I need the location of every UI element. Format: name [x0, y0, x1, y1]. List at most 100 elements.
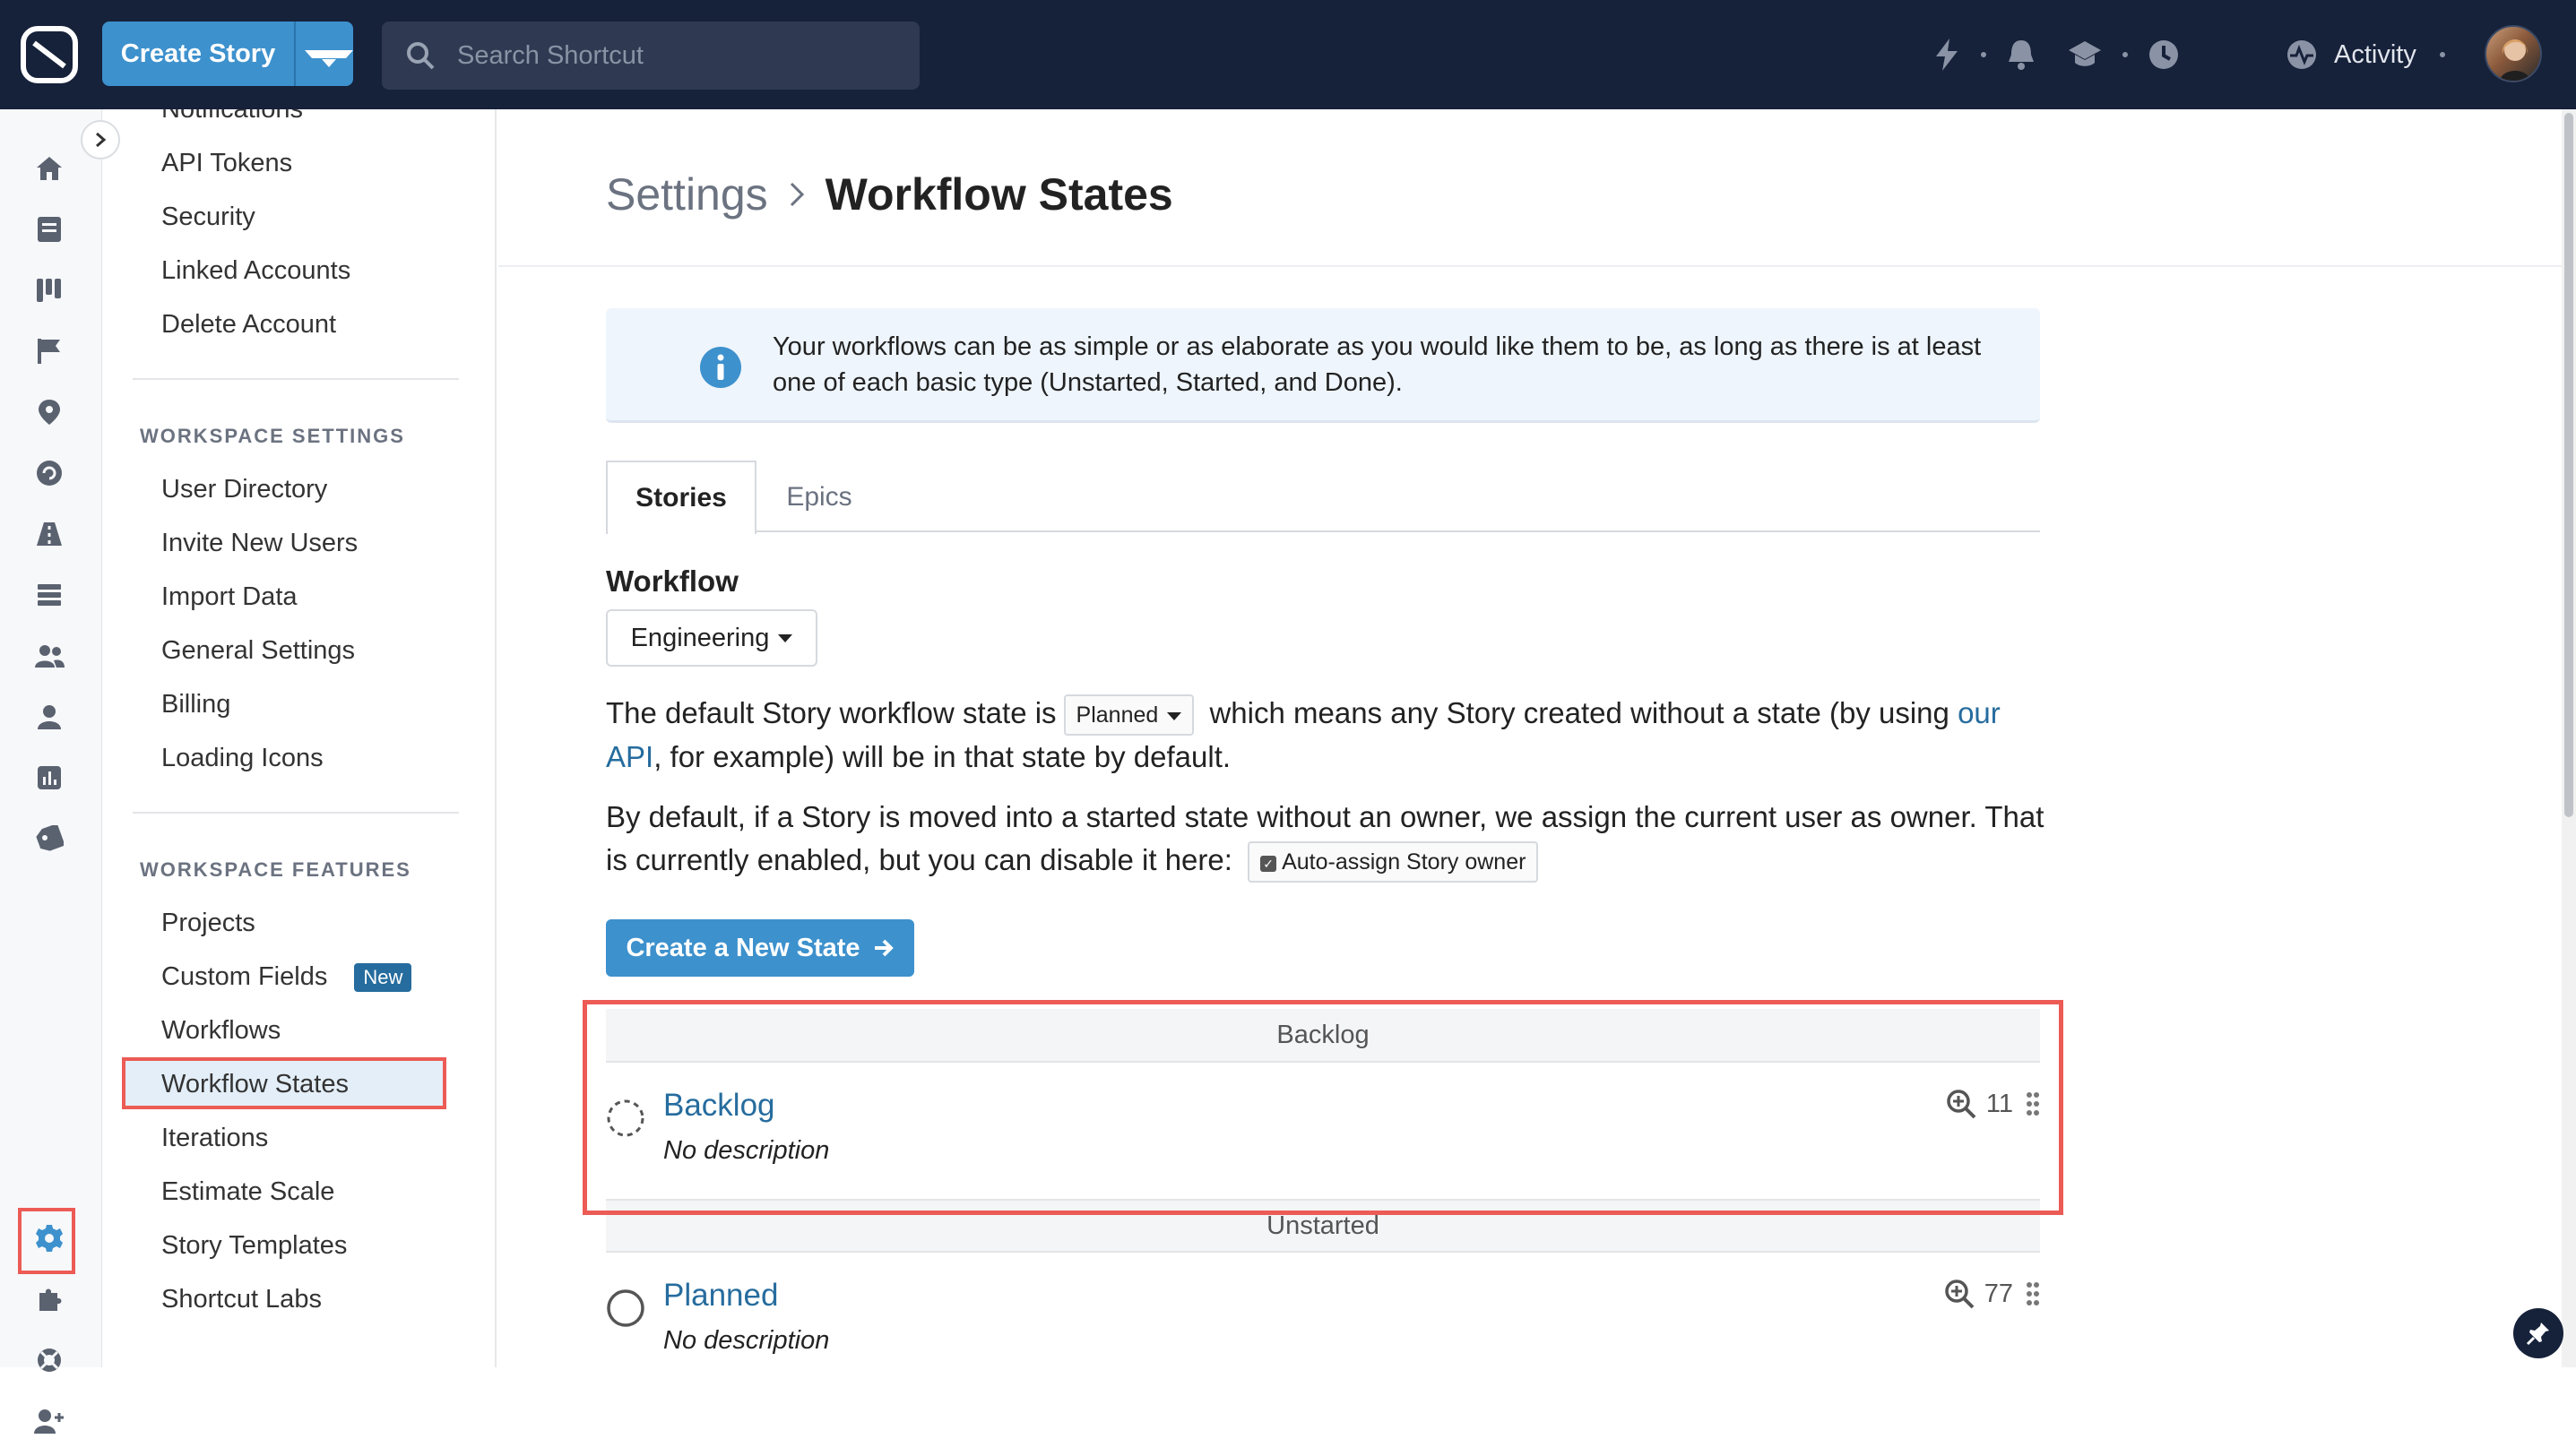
workflow-label: Workflow — [606, 564, 739, 598]
sidebar-item-delete-account[interactable]: Delete Account — [161, 310, 336, 340]
shortcut-logo-icon[interactable] — [20, 25, 79, 84]
backlog-state-icon — [607, 1099, 644, 1137]
search-box[interactable] — [382, 22, 920, 90]
layers-icon[interactable] — [31, 577, 67, 613]
create-story-button[interactable]: Create Story — [102, 22, 353, 86]
chevron-right-icon — [96, 132, 107, 148]
board-icon[interactable] — [31, 272, 67, 308]
chevron-right-icon — [790, 182, 804, 207]
icon-rail — [0, 109, 102, 1434]
labels-icon[interactable] — [31, 821, 67, 857]
sidebar-item-shortcut-labs[interactable]: Shortcut Labs — [161, 1285, 322, 1314]
sidebar-item-linked-accounts[interactable]: Linked Accounts — [161, 256, 350, 286]
activity-button[interactable]: Activity — [2286, 27, 2465, 82]
default-state-value: Planned — [1076, 702, 1159, 728]
workflow-select[interactable]: Engineering — [606, 609, 817, 667]
group-heading-unstarted: Unstarted — [606, 1199, 2040, 1253]
sidebar-item-general-settings[interactable]: General Settings — [161, 636, 355, 666]
sidebar-item-notifications[interactable]: Notifications — [161, 109, 303, 125]
sidebar-item-api-tokens[interactable]: API Tokens — [161, 149, 292, 178]
lightning-icon[interactable] — [1932, 39, 1961, 71]
default-text: The default Story workflow state is — [606, 696, 1057, 729]
sidebar-item-workflow-states[interactable]: Workflow States — [161, 1070, 349, 1099]
sidebar-item-projects[interactable]: Projects — [161, 909, 255, 938]
state-story-count: 11 — [1945, 1088, 2040, 1120]
story-count: 77 — [1984, 1279, 2013, 1308]
drag-handle-icon[interactable] — [2026, 1281, 2040, 1306]
header-divider — [498, 265, 2562, 267]
info-banner: Your workflows can be as simple or as el… — [606, 308, 2040, 423]
create-new-state-button[interactable]: Create a New State — [606, 919, 914, 977]
settings-sidebar: Notifications API Tokens Security Linked… — [102, 109, 497, 1367]
expand-sidebar-button[interactable] — [81, 120, 120, 159]
breadcrumb: Settings Workflow States — [606, 168, 1173, 220]
default-state-paragraph: The default Story workflow state is Plann… — [606, 692, 2058, 779]
flag-icon[interactable] — [31, 333, 67, 369]
invite-user-icon[interactable] — [31, 1403, 67, 1439]
sidebar-item-iterations[interactable]: Iterations — [161, 1124, 268, 1153]
integrations-puzzle-icon[interactable] — [31, 1281, 67, 1317]
breadcrumb-settings-link[interactable]: Settings — [606, 168, 768, 220]
default-state-select[interactable]: Planned — [1063, 694, 1195, 737]
default-text: which means any Story created without a … — [1209, 696, 1949, 729]
arrow-right-icon — [874, 939, 894, 957]
state-row-planned[interactable]: Planned No description 77 — [606, 1254, 2040, 1367]
scrollbar-thumb[interactable] — [2564, 113, 2573, 817]
drag-handle-icon[interactable] — [2026, 1091, 2040, 1116]
zoom-in-icon[interactable] — [1945, 1088, 1977, 1120]
sidebar-item-story-templates[interactable]: Story Templates — [161, 1231, 347, 1261]
sidebar-item-import-data[interactable]: Import Data — [161, 582, 298, 612]
sidebar-item-billing[interactable]: Billing — [161, 690, 230, 720]
default-text: , for example) will be in that state by … — [653, 740, 1232, 774]
info-icon — [700, 347, 741, 388]
roadmap-icon[interactable] — [31, 516, 67, 552]
teams-icon[interactable] — [31, 638, 67, 674]
stories-icon[interactable] — [31, 211, 67, 247]
sidebar-item-estimate-scale[interactable]: Estimate Scale — [161, 1177, 334, 1207]
zoom-in-icon[interactable] — [1943, 1278, 1975, 1310]
pin-button[interactable] — [2513, 1308, 2563, 1358]
sidebar-divider — [133, 378, 459, 380]
pin-icon — [2526, 1323, 2549, 1346]
auto-assign-toggle[interactable]: ✓ Auto-assign Story owner — [1248, 841, 1539, 883]
sidebar-item-workflows[interactable]: Workflows — [161, 1016, 281, 1046]
state-name[interactable]: Backlog — [663, 1088, 775, 1124]
state-row-backlog[interactable]: Backlog No description 11 — [606, 1064, 2040, 1199]
story-count: 11 — [1985, 1089, 2013, 1118]
help-lifebuoy-icon[interactable] — [31, 1342, 67, 1378]
user-icon[interactable] — [31, 699, 67, 735]
home-icon[interactable] — [31, 151, 67, 186]
settings-gear-icon[interactable] — [31, 1220, 67, 1256]
state-description: No description — [663, 1326, 830, 1355]
sidebar-item-security[interactable]: Security — [161, 202, 255, 232]
tab-stories[interactable]: Stories — [606, 461, 756, 534]
graduation-cap-icon[interactable] — [2067, 39, 2103, 70]
create-story-dropdown[interactable] — [305, 49, 353, 67]
caret-down-icon — [778, 633, 793, 642]
sidebar-item-invite-new-users[interactable]: Invite New Users — [161, 529, 358, 558]
sidebar-item-loading-icons[interactable]: Loading Icons — [161, 744, 324, 773]
sidebar-item-user-directory[interactable]: User Directory — [161, 475, 327, 504]
auto-assign-label: Auto-assign Story owner — [1282, 849, 1526, 875]
sidebar-item-label: Custom Fields — [161, 962, 328, 991]
checkbox-checked-icon: ✓ — [1260, 855, 1277, 872]
create-state-label: Create a New State — [626, 933, 860, 962]
workflow-select-value: Engineering — [630, 623, 770, 652]
info-text: Your workflows can be as simple or as el… — [773, 332, 1982, 397]
create-story-label: Create Story — [120, 39, 276, 68]
owner-paragraph: By default, if a Story is moved into a s… — [606, 796, 2058, 883]
activity-label: Activity — [2334, 39, 2416, 69]
sidebar-item-custom-fields[interactable]: Custom Fields New — [161, 962, 412, 993]
group-heading-backlog: Backlog — [606, 1009, 2040, 1063]
iterations-icon[interactable] — [31, 455, 67, 491]
reports-icon[interactable] — [31, 760, 67, 796]
user-avatar[interactable] — [2485, 25, 2542, 82]
new-badge: New — [354, 963, 412, 993]
search-icon — [407, 42, 435, 70]
state-name[interactable]: Planned — [663, 1278, 778, 1314]
map-pin-icon[interactable] — [31, 394, 67, 430]
tab-epics[interactable]: Epics — [756, 461, 882, 534]
bell-icon[interactable] — [2006, 39, 2036, 71]
search-input[interactable] — [457, 40, 887, 71]
clock-icon[interactable] — [2148, 39, 2180, 71]
